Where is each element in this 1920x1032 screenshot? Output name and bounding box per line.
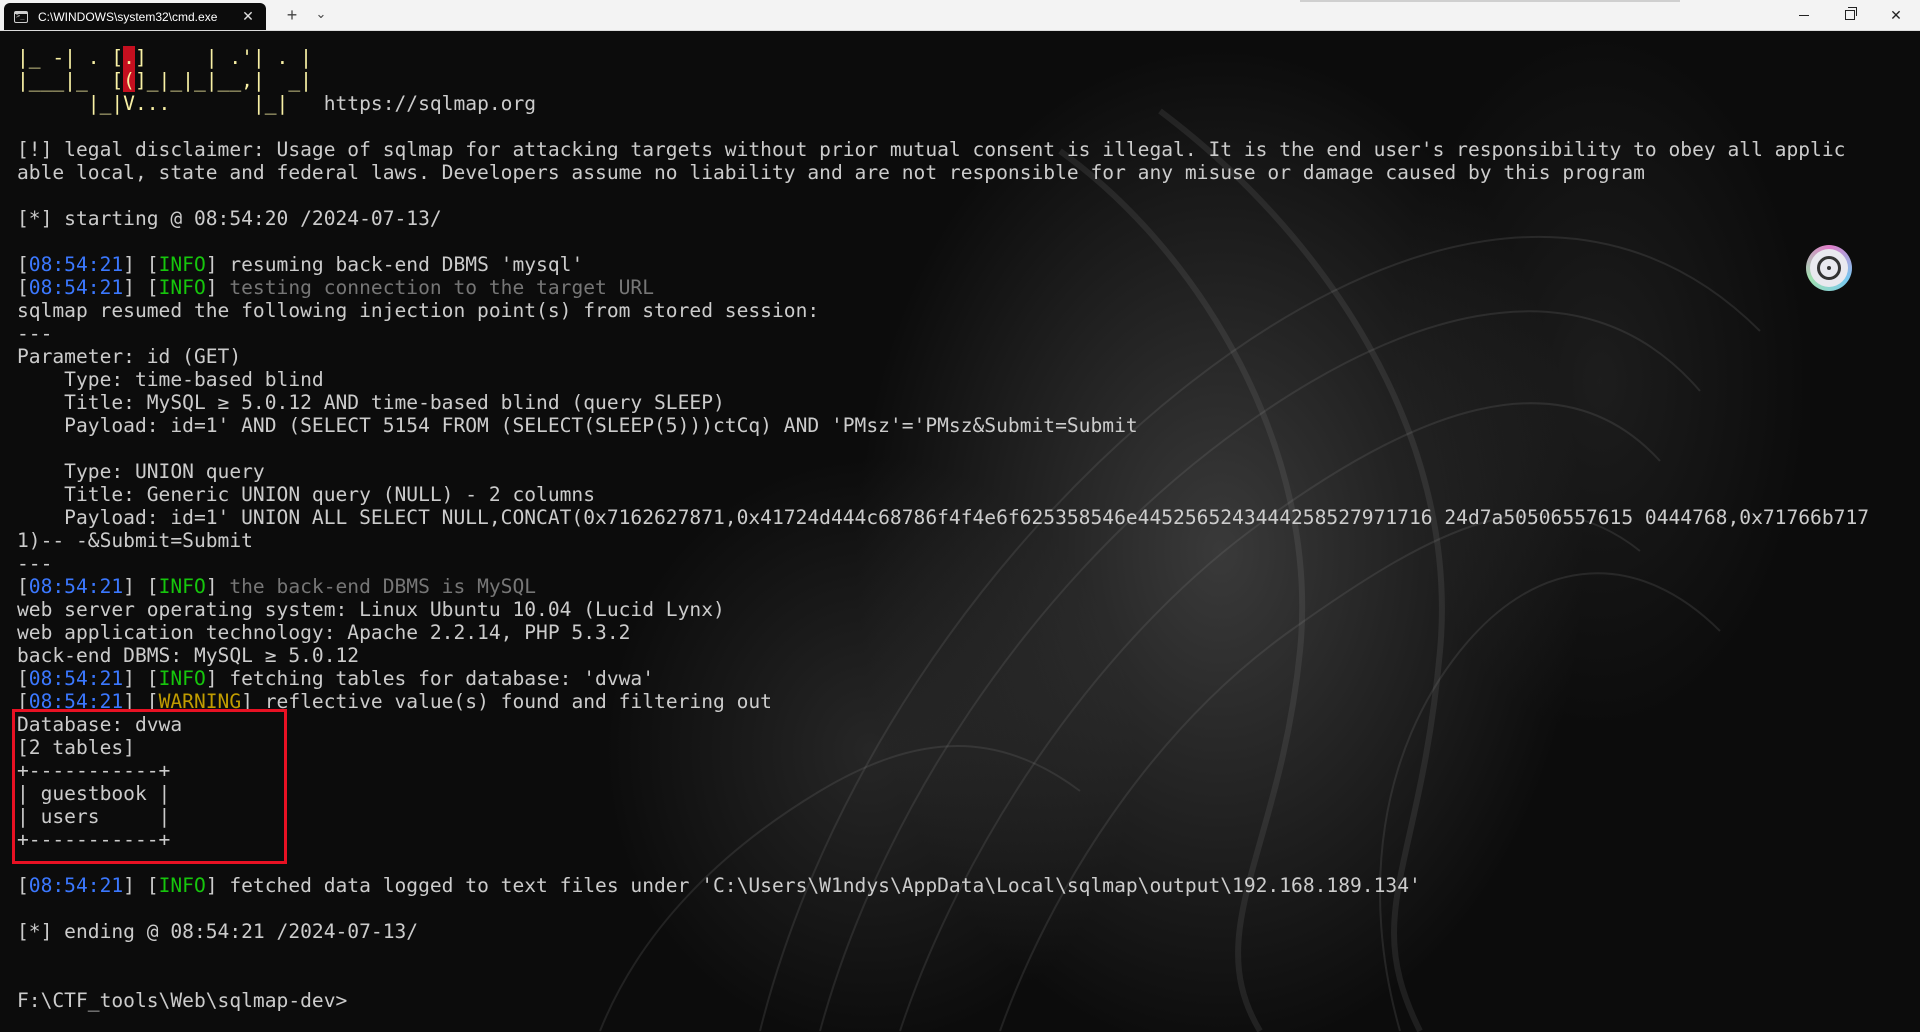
log-level: INFO	[158, 253, 206, 276]
log-time: 08:54:21	[28, 667, 124, 690]
extension-icon-inner	[1810, 249, 1848, 287]
drag-region	[1300, 0, 1680, 2]
banner-line-1: |_ -| . [.] | .'| . |	[17, 46, 1869, 69]
log-level: INFO	[158, 276, 206, 299]
terminal-lines: |_ -| . [.] | .'| . | |___|_ [(]_|_|_|__…	[17, 46, 1869, 1012]
dbms-line: back-end DBMS: MySQL ≥ 5.0.12	[17, 644, 360, 667]
log-time: 08:54:21	[28, 575, 124, 598]
terminal-output[interactable]: |_ -| . [.] | .'| . | |___|_ [(]_|_|_|__…	[0, 31, 1920, 1032]
log-line: [08:54:21] [INFO] testing connection to …	[17, 276, 655, 299]
starting-line: [*] starting @ 08:54:20 /2024-07-13/	[17, 207, 442, 230]
database-line: Database: dvwa	[17, 713, 183, 736]
banner-text: |_ -| . [	[17, 46, 124, 69]
log-line: [08:54:21] [INFO] resuming back-end DBMS…	[17, 253, 584, 276]
disclaimer-line-1: [!] legal disclaimer: Usage of sqlmap fo…	[17, 138, 1846, 161]
log-line: [08:54:21] [INFO] fetching tables for da…	[17, 667, 655, 690]
table-border: +-----------+	[17, 828, 171, 851]
maximize-icon	[1845, 7, 1857, 20]
banner-url: https://sqlmap.org	[288, 92, 537, 115]
highlight-annotation	[12, 709, 287, 864]
banner-accent: .	[123, 46, 135, 69]
banner-accent: (	[123, 69, 135, 92]
log-line: [08:54:21] [INFO] fetched data logged to…	[17, 874, 1421, 897]
window-close-icon: ✕	[1890, 6, 1902, 23]
banner-line-3: |_|V... |_| https://sqlmap.org	[17, 92, 1869, 115]
tab-title: C:\WINDOWS\system32\cmd.exe	[38, 9, 218, 24]
log-message: reflective value(s) found and filtering …	[252, 690, 772, 713]
type-line: Type: UNION query	[17, 460, 265, 483]
table-row: | guestbook |	[17, 782, 171, 805]
os-line: web server operating system: Linux Ubunt…	[17, 598, 725, 621]
payload-line: Payload: id=1' AND (SELECT 5154 FROM (SE…	[17, 414, 1138, 437]
log-message: testing connection to the target URL	[217, 276, 655, 299]
table-row: | users |	[17, 805, 171, 828]
separator: ---	[17, 322, 53, 345]
cmd-icon	[14, 10, 28, 23]
log-message: fetched data logged to text files under …	[217, 874, 1421, 897]
log-message: fetching tables for database: 'dvwa'	[217, 667, 655, 690]
title-bar: C:\WINDOWS\system32\cmd.exe ✕ + ⌄ ✕	[0, 0, 1920, 31]
banner-text: |_|V... |_|	[17, 92, 289, 115]
tab-cmd[interactable]: C:\WINDOWS\system32\cmd.exe ✕	[4, 3, 266, 30]
log-line: [08:54:21] [WARNING] reflective value(s)…	[17, 690, 772, 713]
separator: ---	[17, 552, 53, 575]
title-line: Title: Generic UNION query (NULL) - 2 co…	[17, 483, 596, 506]
extension-glyph-icon	[1817, 256, 1841, 280]
log-level: INFO	[158, 575, 206, 598]
log-time: 08:54:21	[28, 253, 124, 276]
extension-icon[interactable]	[1806, 245, 1852, 291]
log-message: the back-end DBMS is MySQL	[217, 575, 537, 598]
close-icon[interactable]: ✕	[240, 8, 256, 25]
disclaimer-line-2: able local, state and federal laws. Deve…	[17, 161, 1645, 184]
banner-text: ]_|_|_|__,| _|	[134, 69, 312, 92]
minimize-icon	[1799, 14, 1809, 16]
close-button[interactable]: ✕	[1873, 0, 1919, 30]
log-level: INFO	[158, 874, 206, 897]
resumed-line: sqlmap resumed the following injection p…	[17, 299, 820, 322]
table-border: +-----------+	[17, 759, 171, 782]
title-line: Title: MySQL ≥ 5.0.12 AND time-based bli…	[17, 391, 725, 414]
banner-text: |___|_ [	[17, 69, 124, 92]
maximize-button[interactable]	[1827, 0, 1873, 30]
table-count-line: [2 tables]	[17, 736, 135, 759]
log-level: INFO	[158, 667, 206, 690]
minimize-button[interactable]	[1781, 0, 1827, 30]
log-time: 08:54:21	[28, 874, 124, 897]
parameter-line: Parameter: id (GET)	[17, 345, 242, 368]
payload-line: Payload: id=1' UNION ALL SELECT NULL,CON…	[17, 506, 1870, 529]
banner-line-2: |___|_ [(]_|_|_|__,| _|	[17, 69, 1869, 92]
payload-line-cont: 1)-- -&Submit=Submit	[17, 529, 253, 552]
type-line: Type: time-based blind	[17, 368, 324, 391]
banner-text: ] | .'| . |	[134, 46, 312, 69]
ending-line: [*] ending @ 08:54:21 /2024-07-13/	[17, 920, 419, 943]
log-line: [08:54:21] [INFO] the back-end DBMS is M…	[17, 575, 537, 598]
command-prompt[interactable]: F:\CTF_tools\Web\sqlmap-dev>	[17, 989, 1869, 1012]
tech-line: web application technology: Apache 2.2.1…	[17, 621, 631, 644]
chevron-down-icon[interactable]: ⌄	[313, 6, 329, 22]
new-tab-button[interactable]: +	[282, 5, 302, 26]
log-message: resuming back-end DBMS 'mysql'	[217, 253, 584, 276]
log-time: 08:54:21	[28, 276, 124, 299]
